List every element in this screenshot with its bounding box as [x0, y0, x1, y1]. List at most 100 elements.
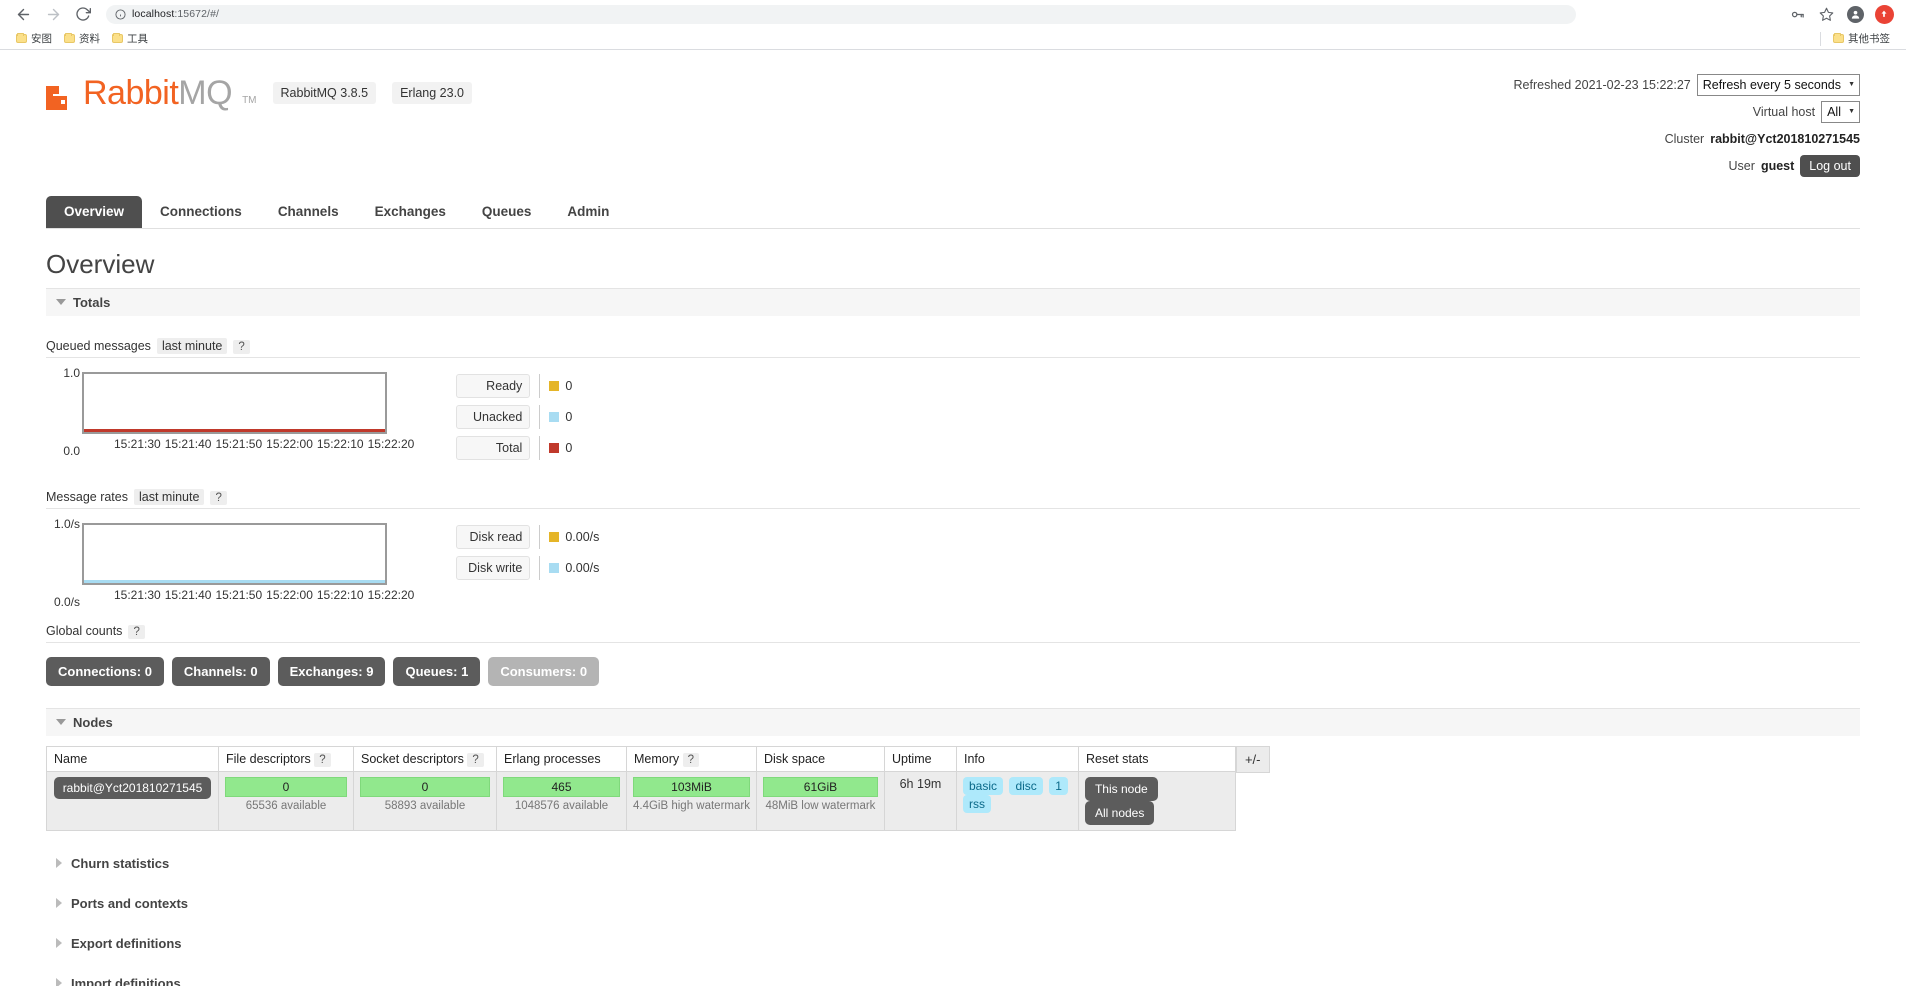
legend-toggle-unacked[interactable]: Unacked — [456, 404, 531, 429]
vhost-select[interactable]: All — [1821, 101, 1860, 123]
legend-value-total: 0 — [565, 440, 573, 455]
nodes-section-header[interactable]: Nodes — [46, 707, 1860, 736]
col-memory[interactable]: Memory ? — [626, 745, 757, 772]
star-icon[interactable] — [1816, 4, 1836, 24]
message-rates-legend: Disk read 0.00/s Disk write 0.00/s — [456, 523, 599, 587]
node-name-link[interactable]: rabbit@Yct201810271545 — [53, 776, 212, 799]
cell-reset-stats: This node All nodes — [1077, 770, 1236, 831]
x-tick: 15:21:40 — [164, 587, 212, 602]
help-icon[interactable]: ? — [682, 752, 700, 767]
header-status-panel: Refreshed 2021-02-23 15:22:27 Refresh ev… — [1514, 68, 1860, 182]
legend-toggle-disk-read[interactable]: Disk read — [456, 524, 531, 549]
count-queues[interactable]: Queues: 1 — [393, 656, 481, 686]
bookmark-item[interactable]: 工具 — [106, 31, 154, 46]
message-rates-header: Message rates last minute ? — [46, 488, 1860, 509]
page-title: Overview — [46, 248, 155, 279]
tab-channels[interactable]: Channels — [260, 196, 357, 228]
info-badge-disc[interactable]: disc — [1009, 776, 1043, 795]
tab-admin[interactable]: Admin — [549, 196, 627, 228]
message-rates-chart-row: 1.0/s 0.0/s 15:21:30 15:21:40 15:21:50 1… — [46, 517, 1860, 609]
chart-plot-area — [82, 371, 387, 434]
extension-badge-icon[interactable] — [1874, 4, 1894, 24]
section-churn-statistics[interactable]: Churn statistics — [46, 843, 1860, 883]
table-header-row: Name File descriptors ? Socket descripto… — [46, 745, 1236, 772]
chart-plot-area — [82, 522, 387, 585]
col-uptime[interactable]: Uptime — [883, 745, 957, 772]
info-badge-basic[interactable]: basic — [962, 776, 1003, 795]
caret-down-icon — [56, 299, 66, 305]
key-icon[interactable] — [1787, 4, 1807, 24]
memory-bar: 103MiB — [633, 776, 750, 797]
help-icon[interactable]: ? — [128, 624, 145, 639]
address-bar[interactable]: localhost:15672/#/ — [106, 4, 1576, 24]
cell-uptime: 6h 19m — [883, 770, 957, 831]
section-ports-and-contexts[interactable]: Ports and contexts — [46, 883, 1860, 923]
refresh-interval-select[interactable]: Refresh every 5 seconds — [1696, 74, 1860, 96]
info-circle-icon[interactable] — [115, 8, 126, 20]
bookmark-other[interactable]: 其他书签 — [1827, 31, 1896, 46]
y-axis-max-label: 1.0/s — [53, 516, 80, 531]
cell-disk-space: 61GiB 48MiB low watermark — [755, 770, 885, 831]
col-info[interactable]: Info — [955, 745, 1079, 772]
bookmark-item[interactable]: 安图 — [10, 31, 58, 46]
col-disk-space[interactable]: Disk space — [755, 745, 885, 772]
tab-exchanges[interactable]: Exchanges — [357, 196, 464, 228]
help-icon[interactable]: ? — [314, 752, 331, 767]
column-toggle-button[interactable]: +/- — [1235, 745, 1270, 773]
queued-messages-chart: 1.0 0.0 15:21:30 15:21:40 15:21:50 15:22… — [46, 366, 414, 458]
x-tick: 15:22:10 — [316, 587, 364, 602]
reset-all-nodes-button[interactable]: All nodes — [1084, 800, 1155, 825]
back-arrow-icon[interactable] — [10, 1, 36, 27]
totals-section-header[interactable]: Totals — [46, 287, 1860, 316]
count-consumers-label: Consumers: — [500, 663, 577, 679]
version-pill-rabbitmq: RabbitMQ 3.8.5 — [272, 82, 377, 104]
col-socket-descriptors[interactable]: Socket descriptors ? — [353, 745, 497, 772]
reload-icon[interactable] — [70, 1, 96, 27]
section-export-definitions-label: Export definitions — [71, 935, 182, 951]
legend-toggle-disk-write[interactable]: Disk write — [456, 555, 531, 580]
folder-icon — [16, 33, 27, 43]
count-exchanges-label: Exchanges: — [289, 663, 363, 679]
rabbitmq-logo[interactable]: RabbitMQ TM RabbitMQ 3.8.5 Erlang 23.0 — [46, 68, 472, 110]
info-badge-rss[interactable]: rss — [962, 794, 991, 813]
count-exchanges[interactable]: Exchanges: 9 — [277, 656, 386, 686]
section-export-definitions[interactable]: Export definitions — [46, 923, 1860, 963]
address-bar-url: localhost:15672/#/ — [132, 8, 220, 20]
info-badge-count[interactable]: 1 — [1049, 776, 1068, 795]
legend-item-unacked: Unacked 0 — [456, 404, 572, 429]
series-line-disk-write — [84, 579, 385, 583]
bookmark-item[interactable]: 资料 — [58, 31, 106, 46]
count-queues-label: Queues: — [405, 663, 458, 679]
folder-icon — [64, 33, 75, 43]
count-connections[interactable]: Connections: 0 — [46, 656, 164, 686]
tab-connections[interactable]: Connections — [142, 196, 260, 228]
col-name[interactable]: Name — [46, 745, 219, 772]
legend-item-disk-write: Disk write 0.00/s — [456, 555, 600, 580]
reset-this-node-button[interactable]: This node — [1084, 776, 1158, 801]
queued-messages-period[interactable]: last minute — [156, 337, 228, 354]
col-file-descriptors[interactable]: File descriptors ? — [218, 745, 354, 772]
legend-value-disk-write: 0.00/s — [565, 560, 600, 575]
erlang-processes-bar: 465 — [503, 776, 620, 797]
other-bookmarks-label: 其他书签 — [1848, 33, 1890, 45]
legend-toggle-ready[interactable]: Ready — [456, 373, 531, 398]
count-channels[interactable]: Channels: 0 — [171, 656, 270, 686]
forward-arrow-icon[interactable] — [40, 1, 66, 27]
file-descriptors-bar: 0 — [225, 776, 347, 797]
col-erlang-processes[interactable]: Erlang processes — [496, 745, 627, 772]
col-reset-stats[interactable]: Reset stats — [1077, 745, 1236, 772]
caret-down-icon — [56, 719, 66, 725]
bookmark-label: 工具 — [127, 33, 148, 45]
section-import-definitions[interactable]: Import definitions — [46, 963, 1860, 986]
message-rates-period[interactable]: last minute — [133, 488, 205, 505]
tab-queues[interactable]: Queues — [464, 196, 550, 228]
profile-avatar-icon[interactable] — [1845, 4, 1865, 24]
help-icon[interactable]: ? — [210, 490, 227, 505]
log-out-button[interactable]: Log out — [1800, 155, 1860, 177]
legend-value-disk-read: 0.00/s — [565, 529, 600, 544]
help-icon[interactable]: ? — [467, 752, 484, 767]
help-icon[interactable]: ? — [233, 339, 250, 354]
tab-overview[interactable]: Overview — [46, 196, 143, 228]
count-consumers[interactable]: Consumers: 0 — [488, 656, 600, 686]
legend-toggle-total[interactable]: Total — [456, 435, 531, 460]
